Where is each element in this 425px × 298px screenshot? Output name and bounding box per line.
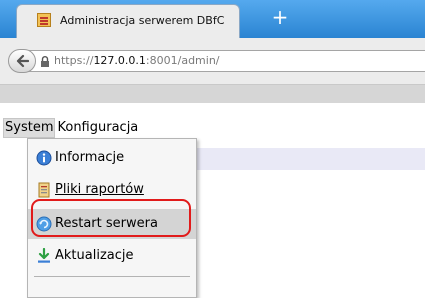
- menu-separator: [34, 276, 190, 277]
- browser-nav-bar: https://127.0.0.1:8001/admin/: [0, 38, 425, 85]
- app-menubar: System Konfiguracja: [3, 118, 140, 140]
- info-icon: [36, 150, 52, 166]
- menu-item-aktualizacje[interactable]: Aktualizacje: [28, 241, 196, 271]
- browser-tab-bar: Administracja serwerem DBfC +: [0, 0, 425, 38]
- new-tab-button[interactable]: +: [255, 6, 305, 30]
- browser-tab[interactable]: Administracja serwerem DBfC: [16, 4, 240, 38]
- lock-icon: [41, 56, 49, 67]
- url-scheme: https://: [54, 54, 94, 67]
- menu-system[interactable]: System: [3, 118, 56, 138]
- menu-item-informacje[interactable]: Informacje: [28, 143, 196, 173]
- menu-konfiguracja[interactable]: Konfiguracja: [55, 118, 140, 138]
- address-bar[interactable]: https://127.0.0.1:8001/admin/: [25, 50, 425, 72]
- site-favicon-icon: [37, 13, 51, 27]
- url-host: 127.0.0.1: [93, 54, 146, 67]
- content-header-bar: [190, 148, 425, 170]
- menu-item-label: Pliki raportów: [55, 182, 144, 197]
- back-arrow-icon: [16, 54, 29, 68]
- tab-title: Administracja serwerem DBfC: [60, 14, 225, 27]
- highlight-annotation-box: [31, 199, 191, 237]
- menu-item-label: Aktualizacje: [55, 248, 134, 263]
- toolbar-stripe: [0, 85, 425, 103]
- address-text[interactable]: https://127.0.0.1:8001/admin/: [54, 54, 220, 67]
- report-file-icon: [38, 182, 50, 198]
- update-download-icon: [38, 248, 50, 263]
- url-path: :8001/admin/: [145, 54, 220, 67]
- menu-item-label: Informacje: [55, 150, 125, 165]
- back-button[interactable]: [8, 49, 36, 73]
